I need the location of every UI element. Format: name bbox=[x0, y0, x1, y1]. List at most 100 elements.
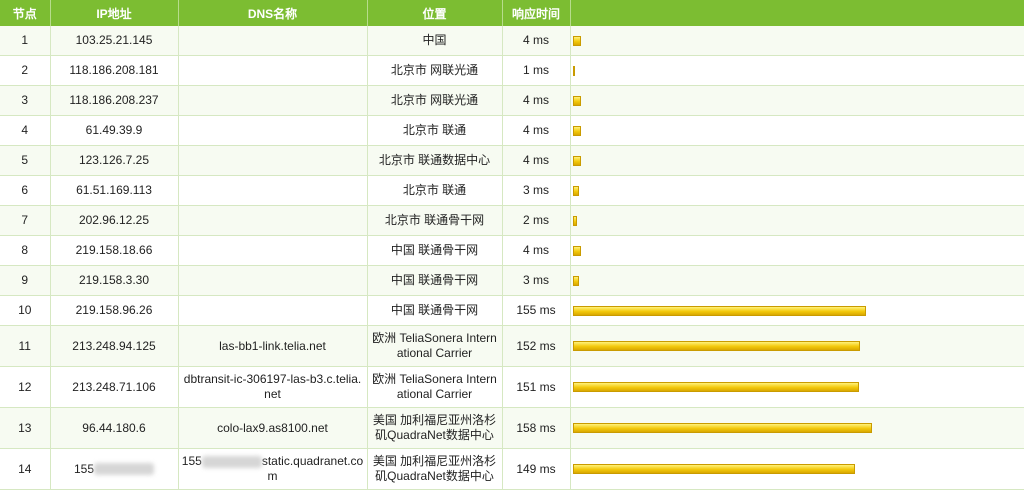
cell-time: 3 ms bbox=[502, 265, 571, 296]
dns-visible-part: 155 bbox=[181, 454, 202, 468]
cell-dns bbox=[178, 235, 368, 266]
cell-bar bbox=[570, 295, 1024, 326]
cell-bar bbox=[570, 325, 1024, 367]
cell-dns: colo-lax9.as8100.net bbox=[178, 407, 368, 449]
cell-location: 北京市 网联光通 bbox=[367, 85, 503, 116]
cell-bar bbox=[570, 115, 1024, 146]
table-row: 6 61.51.169.113 北京市 联通 3 ms bbox=[0, 175, 1024, 206]
cell-bar bbox=[570, 407, 1024, 449]
cell-time: 158 ms bbox=[502, 407, 571, 449]
cell-time: 4 ms bbox=[502, 235, 571, 266]
response-time-bar bbox=[572, 341, 860, 351]
cell-time: 1 ms bbox=[502, 55, 571, 86]
response-time-bar bbox=[572, 35, 581, 46]
cell-ip: 123.126.7.25 bbox=[50, 145, 179, 176]
cell-node: 8 bbox=[0, 235, 51, 266]
cell-dns: dbtransit-ic-306197-las-b3.c.telia.net bbox=[178, 366, 368, 408]
table-row: 5 123.126.7.25 北京市 联通数据中心 4 ms bbox=[0, 145, 1024, 176]
response-time-bar bbox=[572, 65, 575, 76]
table-row: 9 219.158.3.30 中国 联通骨干网 3 ms bbox=[0, 265, 1024, 296]
header-ip: IP地址 bbox=[50, 0, 179, 26]
cell-bar bbox=[570, 175, 1024, 206]
cell-dns bbox=[178, 295, 368, 326]
cell-bar bbox=[570, 85, 1024, 116]
cell-bar bbox=[570, 366, 1024, 408]
cell-node: 11 bbox=[0, 325, 51, 367]
cell-location: 美国 加利福尼亚州洛杉矶QuadraNet数据中心 bbox=[367, 448, 503, 490]
cell-time: 149 ms bbox=[502, 448, 571, 490]
response-time-bar bbox=[572, 215, 577, 226]
cell-location: 中国 bbox=[367, 26, 503, 56]
cell-dns bbox=[178, 145, 368, 176]
cell-ip: 213.248.94.125 bbox=[50, 325, 179, 367]
cell-node: 3 bbox=[0, 85, 51, 116]
table-row: 7 202.96.12.25 北京市 联通骨干网 2 ms bbox=[0, 205, 1024, 236]
cell-time: 155 ms bbox=[502, 295, 571, 326]
ip-visible-part: 155 bbox=[73, 461, 95, 476]
cell-node: 1 bbox=[0, 26, 51, 56]
cell-ip: 155 bbox=[50, 448, 179, 490]
cell-ip: 61.51.169.113 bbox=[50, 175, 179, 206]
cell-ip: 202.96.12.25 bbox=[50, 205, 179, 236]
cell-location: 欧洲 TeliaSonera International Carrier bbox=[367, 325, 503, 367]
cell-dns bbox=[178, 205, 368, 236]
cell-bar bbox=[570, 205, 1024, 236]
cell-bar bbox=[570, 55, 1024, 86]
cell-ip: 118.186.208.181 bbox=[50, 55, 179, 86]
cell-location: 美国 加利福尼亚州洛杉矶QuadraNet数据中心 bbox=[367, 407, 503, 449]
cell-bar bbox=[570, 26, 1024, 56]
response-time-bar bbox=[572, 245, 581, 256]
cell-dns: 155 static.quadranet.com bbox=[178, 448, 368, 490]
cell-time: 151 ms bbox=[502, 366, 571, 408]
cell-location: 中国 联通骨干网 bbox=[367, 265, 503, 296]
cell-node: 2 bbox=[0, 55, 51, 86]
response-time-bar bbox=[572, 423, 872, 433]
cell-ip: 213.248.71.106 bbox=[50, 366, 179, 408]
response-time-bar bbox=[572, 305, 866, 316]
cell-time: 152 ms bbox=[502, 325, 571, 367]
table-row: 12 213.248.71.106 dbtransit-ic-306197-las-… bbox=[0, 366, 1024, 408]
response-time-bar bbox=[572, 275, 579, 286]
response-time-bar bbox=[572, 382, 859, 392]
response-time-bar bbox=[572, 464, 855, 474]
header-bar bbox=[570, 0, 1024, 26]
cell-dns: las-bb1-link.telia.net bbox=[178, 325, 368, 367]
dns-visible-suffix: static.quadranet.com bbox=[261, 454, 364, 483]
header-dns: DNS名称 bbox=[178, 0, 368, 26]
cell-dns bbox=[178, 55, 368, 86]
cell-location: 北京市 联通 bbox=[367, 175, 503, 206]
table-row: 2 118.186.208.181 北京市 网联光通 1 ms bbox=[0, 55, 1024, 86]
table-row: 4 61.49.39.9 北京市 联通 4 ms bbox=[0, 115, 1024, 146]
cell-location: 中国 联通骨干网 bbox=[367, 235, 503, 266]
table-row: 3 118.186.208.237 北京市 网联光通 4 ms bbox=[0, 85, 1024, 116]
cell-ip: 103.25.21.145 bbox=[50, 26, 179, 56]
table-row: 10 219.158.96.26 中国 联通骨干网 155 ms bbox=[0, 295, 1024, 326]
header-time: 响应时间 bbox=[502, 0, 571, 26]
cell-node: 14 bbox=[0, 448, 51, 490]
response-time-bar bbox=[572, 95, 581, 106]
cell-bar bbox=[570, 145, 1024, 176]
table-row: 8 219.158.18.66 中国 联通骨干网 4 ms bbox=[0, 235, 1024, 266]
table-row: 13 96.44.180.6 colo-lax9.as8100.net 美国 加利福尼… bbox=[0, 407, 1024, 449]
cell-node: 6 bbox=[0, 175, 51, 206]
cell-dns bbox=[178, 115, 368, 146]
table-row: 1 103.25.21.145 中国 4 ms bbox=[0, 26, 1024, 56]
table-body: 1 103.25.21.145 中国 4 ms 2 118.186.208.181 北京市 … bbox=[0, 26, 1024, 490]
cell-bar bbox=[570, 235, 1024, 266]
cell-time: 4 ms bbox=[502, 85, 571, 116]
cell-node: 13 bbox=[0, 407, 51, 449]
response-time-bar bbox=[572, 125, 581, 136]
cell-time: 4 ms bbox=[502, 26, 571, 56]
cell-ip: 96.44.180.6 bbox=[50, 407, 179, 449]
cell-time: 4 ms bbox=[502, 115, 571, 146]
cell-node: 10 bbox=[0, 295, 51, 326]
response-time-bar bbox=[572, 155, 581, 166]
table-row: 11 213.248.94.125 las-bb1-link.telia.net 欧洲… bbox=[0, 325, 1024, 367]
cell-ip: 219.158.3.30 bbox=[50, 265, 179, 296]
header-node: 节点 bbox=[0, 0, 51, 26]
table-header: 节点 IP地址 DNS名称 位置 响应时间 bbox=[0, 0, 1024, 26]
table-row: 14 155 155 static.quadranet.com 美国 加利福尼亚州洛杉矶… bbox=[0, 448, 1024, 490]
cell-dns bbox=[178, 26, 368, 56]
traceroute-table: 节点 IP地址 DNS名称 位置 响应时间 1 103.25.21.145 中国 4 … bbox=[0, 0, 1024, 490]
cell-dns bbox=[178, 85, 368, 116]
